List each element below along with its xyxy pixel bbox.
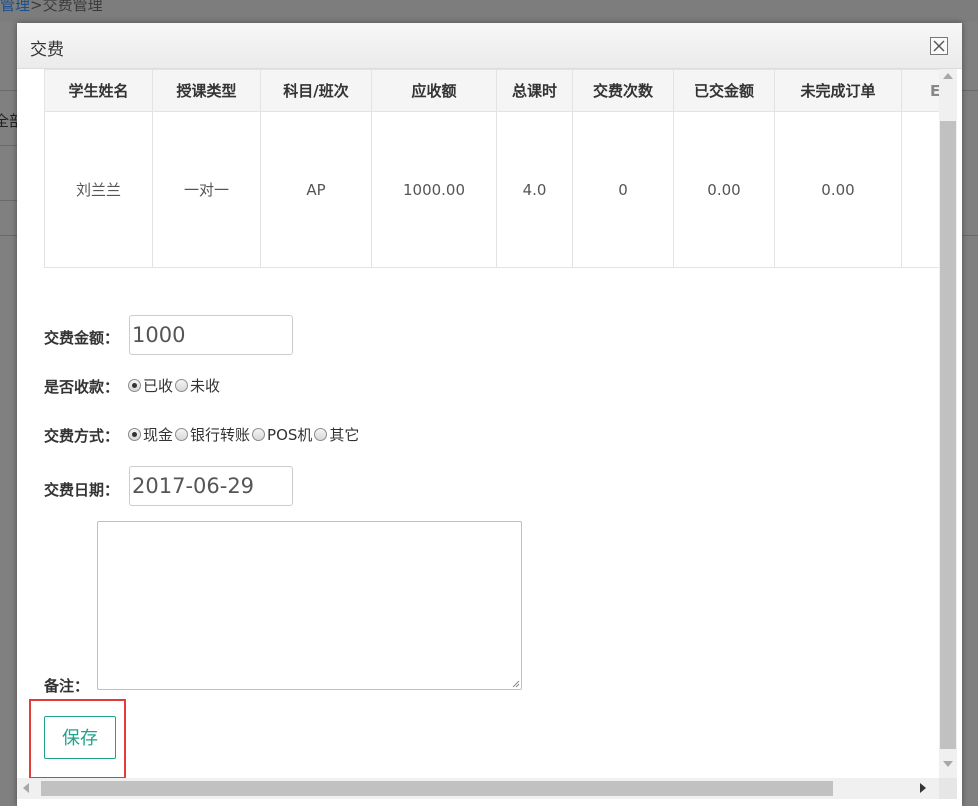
column-header: 已交金额: [673, 69, 775, 112]
table-cell: AP: [260, 111, 372, 268]
radio-checked-icon: [128, 428, 141, 441]
table-cell: 0: [572, 111, 674, 268]
scroll-left-icon[interactable]: [23, 783, 29, 793]
save-button[interactable]: 保存: [44, 716, 116, 759]
amount-label: 交费金额：: [44, 329, 120, 347]
radio-unchecked-icon: [252, 428, 266, 441]
radio-not-received[interactable]: 未收: [175, 375, 220, 396]
column-header: E: [901, 69, 939, 112]
breadcrumb-link[interactable]: 管理: [0, 0, 30, 14]
table-row: 刘兰兰 一对一 AP 1000.00 4.0 0 0.00 0.00: [44, 111, 939, 268]
background-divider: [962, 90, 978, 91]
column-header: 总课时: [496, 69, 573, 112]
radio-label: 已收: [143, 377, 174, 395]
radio-label: 其它: [329, 426, 360, 444]
breadcrumb-separator: >: [30, 0, 43, 14]
column-header: 交费次数: [572, 69, 674, 112]
date-label: 交费日期：: [44, 481, 120, 499]
radio-unchecked-icon: [175, 379, 189, 392]
radio-checked-icon: [128, 379, 141, 392]
background-divider: [962, 235, 978, 236]
column-header: 应收额: [371, 69, 497, 112]
remark-label: 备注：: [44, 677, 90, 695]
vertical-scroll-thumb[interactable]: [940, 121, 956, 749]
radio-label: 现金: [143, 426, 174, 444]
close-button[interactable]: [930, 37, 948, 55]
table-header-row: 学生姓名 授课类型 科目/班次 应收额 总课时 交费次数 已交金额 未完成订单 …: [44, 69, 939, 112]
radio-unchecked-icon: [314, 428, 328, 441]
radio-other[interactable]: 其它: [314, 424, 359, 445]
column-header: 授课类型: [152, 69, 261, 112]
background-page: [0, 0, 978, 22]
payment-summary-table: 学生姓名 授课类型 科目/班次 应收额 总课时 交费次数 已交金额 未完成订单 …: [44, 69, 939, 268]
column-header: 未完成订单: [774, 69, 902, 112]
scrollbar-corner: [939, 778, 957, 799]
scroll-down-icon[interactable]: [943, 761, 953, 767]
table-cell: 0.00: [774, 111, 902, 268]
table-cell: [901, 111, 939, 268]
radio-bank-transfer[interactable]: 银行转账: [175, 424, 250, 445]
radio-pos[interactable]: POS机: [252, 424, 312, 445]
resize-grip-icon[interactable]: [511, 679, 520, 688]
table-cell: 刘兰兰: [44, 111, 153, 268]
background-divider: [0, 90, 18, 91]
breadcrumb: 管理>交费管理: [0, 0, 103, 15]
received-label: 是否收款：: [44, 378, 120, 396]
close-icon: [933, 40, 945, 52]
background-divider: [0, 235, 18, 236]
table-cell: 1000.00: [371, 111, 497, 268]
radio-unchecked-icon: [175, 428, 189, 441]
received-radio-group: 已收 未收: [128, 375, 222, 396]
radio-cash[interactable]: 现金: [128, 424, 173, 445]
table-cell: 一对一: [152, 111, 261, 268]
dialog-body: 学生姓名 授课类型 科目/班次 应收额 总课时 交费次数 已交金额 未完成订单 …: [17, 69, 939, 778]
horizontal-scroll-thumb[interactable]: [41, 781, 833, 796]
radio-label: 未收: [190, 377, 221, 395]
dialog-title: 交费: [30, 40, 64, 60]
background-divider: [0, 200, 18, 201]
method-label: 交费方式：: [44, 427, 120, 445]
amount-input[interactable]: [129, 315, 293, 355]
scroll-right-icon[interactable]: [920, 783, 926, 793]
horizontal-scrollbar[interactable]: [17, 778, 939, 799]
payment-dialog: 交费 学生姓名 授课类型 科目/班次 应收额 总课时 交费次数 已交金额 未完成…: [17, 23, 962, 806]
radio-label: POS机: [267, 426, 313, 444]
dialog-header: 交费: [17, 23, 962, 69]
remark-textarea[interactable]: [97, 521, 522, 690]
vertical-scrollbar[interactable]: [939, 69, 957, 778]
background-divider: [0, 145, 18, 146]
radio-label: 银行转账: [190, 426, 251, 444]
breadcrumb-current: 交费管理: [42, 0, 103, 14]
column-header: 科目/班次: [260, 69, 372, 112]
date-input[interactable]: [129, 466, 293, 506]
scroll-up-icon[interactable]: [943, 73, 953, 79]
column-header: 学生姓名: [44, 69, 153, 112]
method-radio-group: 现金 银行转账 POS机 其它: [128, 424, 361, 445]
radio-received[interactable]: 已收: [128, 375, 173, 396]
table-cell: 4.0: [496, 111, 573, 268]
table-cell: 0.00: [673, 111, 775, 268]
